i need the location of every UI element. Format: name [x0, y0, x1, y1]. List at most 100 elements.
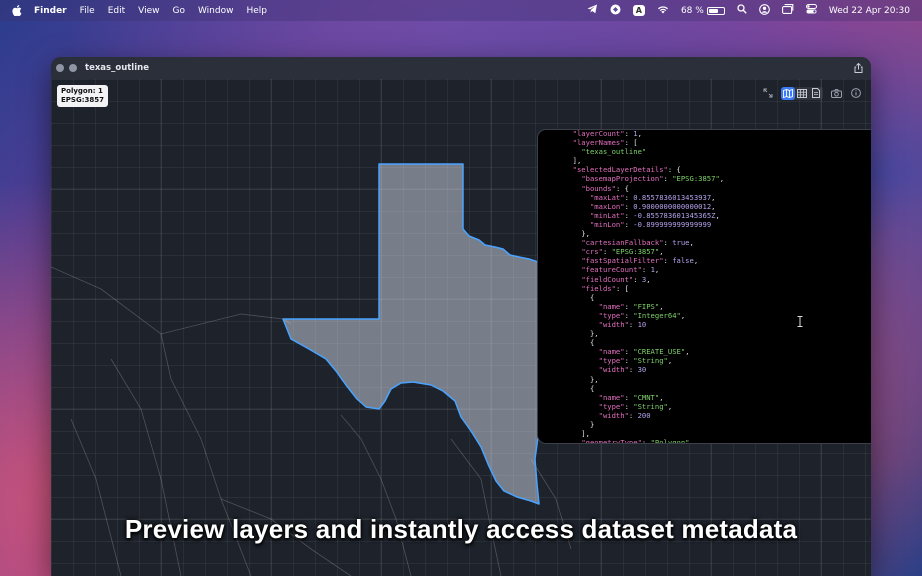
json-punctuation — [564, 184, 581, 193]
json-line: { — [564, 338, 594, 347]
json-punctuation: }, — [564, 229, 590, 239]
json-punctuation: , — [667, 356, 673, 366]
menu-window[interactable]: Window — [198, 6, 234, 16]
view-mode-segmented-control — [781, 86, 823, 100]
json-line: "selectedLayerDetails": { — [564, 165, 681, 174]
json-key: "layerCount" — [572, 129, 625, 138]
control-center-icon[interactable] — [805, 4, 817, 17]
json-punctuation: : — [624, 192, 634, 202]
map-canvas[interactable]: Polygon: 1 EPSG:3857 "layerCount": 1, "l… — [51, 79, 871, 576]
json-punctuation: : — [663, 256, 673, 266]
json-punctuation — [564, 365, 599, 374]
json-punctuation: , — [711, 192, 716, 202]
json-value: true — [672, 238, 690, 248]
menu-view[interactable]: View — [138, 6, 159, 16]
screen-mirror-icon[interactable] — [781, 4, 794, 17]
metadata-json-text[interactable]: "layerCount": 1, "layerNames": [ "texas_… — [564, 129, 724, 443]
json-punctuation — [564, 411, 599, 420]
json-punctuation — [564, 275, 581, 284]
clock[interactable]: Wed 22 Apr 20:30 — [829, 6, 910, 16]
map-icon[interactable] — [781, 86, 795, 100]
json-punctuation: { — [564, 338, 595, 348]
menu-help[interactable]: Help — [246, 6, 267, 16]
json-punctuation — [564, 174, 581, 183]
json-line: "type": "String", — [564, 401, 673, 411]
json-line: "layerNames": [ — [564, 138, 638, 147]
json-punctuation — [564, 302, 599, 311]
table-icon[interactable] — [795, 87, 809, 100]
active-app-name[interactable]: Finder — [34, 6, 67, 16]
json-punctuation: }, — [564, 374, 599, 384]
menu-bar: Finder File Edit View Go Window Help A 6… — [0, 0, 922, 21]
menu-go[interactable]: Go — [172, 6, 184, 16]
json-punctuation — [564, 238, 581, 247]
json-line: } — [564, 420, 594, 429]
json-key: "width" — [598, 410, 629, 420]
share-icon[interactable] — [854, 62, 863, 76]
input-source-badge[interactable]: A — [632, 5, 645, 16]
json-punctuation: , — [715, 210, 720, 220]
json-punctuation — [564, 311, 599, 320]
json-value: "FIPS" — [633, 301, 660, 311]
json-key: "fields" — [581, 283, 616, 293]
json-value: 30 — [637, 365, 647, 375]
json-punctuation: : — [628, 365, 638, 375]
close-icon[interactable] — [56, 64, 64, 72]
map-toolbar — [761, 86, 863, 100]
document-icon[interactable] — [809, 87, 823, 100]
json-key: "type" — [598, 356, 625, 366]
json-punctuation: , — [680, 310, 686, 320]
wifi-icon[interactable] — [657, 5, 669, 17]
apple-icon[interactable] — [12, 5, 24, 16]
minimize-icon[interactable] — [69, 64, 77, 72]
json-punctuation — [564, 320, 599, 329]
json-line: "basemapProjection": "EPSG:3857", — [564, 174, 724, 183]
json-line: }, — [564, 375, 599, 384]
json-key: "layerNames" — [572, 138, 625, 148]
texas-polygon[interactable] — [282, 163, 552, 505]
json-punctuation — [564, 256, 581, 265]
json-punctuation: : [ — [624, 138, 638, 148]
menu-edit[interactable]: Edit — [108, 6, 125, 16]
json-punctuation: : — [624, 219, 634, 229]
json-punctuation: , — [667, 401, 673, 411]
json-punctuation: , — [711, 201, 716, 211]
app-window: texas_outline Polygon: 1 EPSG:3857 "laye… — [51, 57, 871, 576]
search-icon[interactable] — [737, 4, 747, 17]
json-key: "width" — [598, 319, 629, 329]
metadata-json-panel[interactable]: "layerCount": 1, "layerNames": [ "texas_… — [537, 129, 871, 444]
json-key: "featureCount" — [581, 265, 642, 275]
json-punctuation: : — [624, 129, 634, 138]
json-punctuation — [564, 347, 599, 356]
json-punctuation: { — [564, 292, 595, 302]
user-icon[interactable] — [758, 3, 770, 18]
json-key: "type" — [598, 401, 625, 411]
json-value: -0.899999999999999 — [633, 219, 712, 229]
vpn-icon[interactable] — [610, 4, 621, 18]
json-value: "CMNT" — [633, 392, 660, 402]
json-key: "fastSpatialFilter" — [581, 256, 664, 266]
json-punctuation — [564, 356, 599, 365]
json-line: ], — [564, 429, 590, 438]
json-value: 0.8557836013453937 — [633, 192, 712, 202]
telegram-icon[interactable] — [587, 4, 598, 17]
expand-icon[interactable] — [761, 87, 775, 100]
info-icon[interactable] — [849, 87, 863, 100]
battery-percent: 68 % — [680, 5, 704, 16]
camera-icon[interactable] — [829, 87, 843, 100]
json-punctuation — [564, 220, 590, 229]
json-line: { — [564, 384, 594, 393]
json-key: "name" — [598, 347, 625, 357]
json-line: "maxLat": 0.8557836013453937, — [564, 192, 716, 202]
json-line: "texas_outline" — [564, 147, 646, 156]
json-key: "selectedLayerDetails" — [572, 165, 668, 175]
json-punctuation: ], — [564, 156, 582, 166]
json-punctuation — [564, 438, 581, 443]
json-line: "width": 10 — [564, 319, 647, 329]
json-line: "minLat": -0.855783601345365Z, — [564, 211, 720, 220]
json-punctuation: : [ — [615, 283, 629, 293]
menu-file[interactable]: File — [80, 6, 95, 16]
battery-indicator[interactable]: 68 % — [681, 6, 725, 16]
json-punctuation: : — [624, 201, 634, 211]
json-punctuation: : — [663, 238, 673, 248]
